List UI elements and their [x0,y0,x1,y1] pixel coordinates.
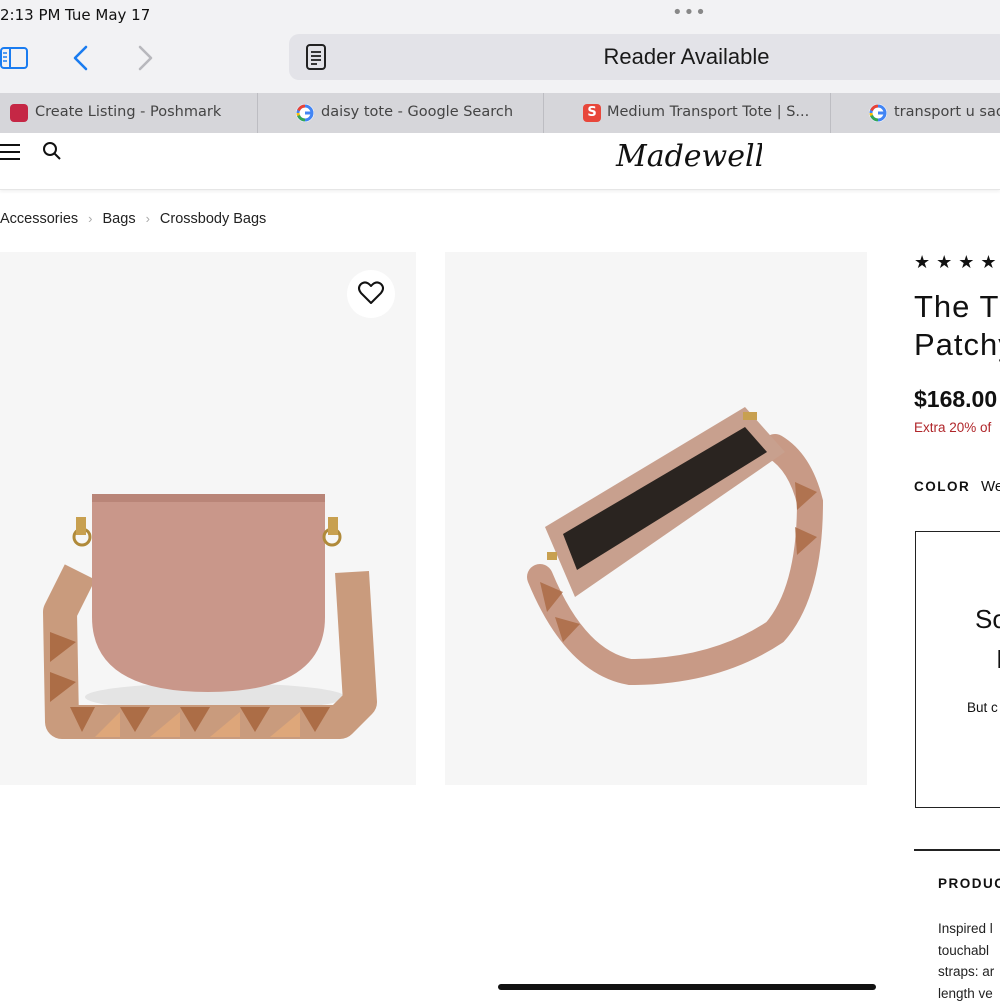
product-title-line: Patchy [914,326,1000,364]
svg-text:Madewell: Madewell [615,139,762,174]
google-favicon-icon [296,104,314,122]
sold-out-message: But c [967,700,998,715]
product-image-interior[interactable] [445,252,867,785]
home-indicator[interactable] [498,984,876,990]
tab-label: transport u sad [894,104,1000,120]
poshmark-favicon-icon [10,104,28,122]
sold-out-heading-line2: I [996,644,1000,675]
madewell-logo[interactable]: Madewell [614,137,762,177]
breadcrumb-accessories[interactable]: Accessories [0,211,78,227]
bag-front-illustration [0,252,416,785]
back-icon[interactable] [70,44,92,72]
status-bar: 2:13 PM Tue May 17 ••• [0,0,1000,30]
status-date: Tue May 17 [65,6,150,24]
tab-label: daisy tote - Google Search [321,104,513,120]
sold-out-box: So I But c [915,531,1000,808]
promo-text: Extra 20% of [914,420,991,435]
product-details-heading[interactable]: PRODUC [938,876,1000,891]
forward-icon[interactable] [134,44,156,72]
section-divider [914,849,1000,851]
bag-interior-illustration [445,252,867,785]
browser-toolbar: Reader Available [0,30,1000,93]
product-price: $168.00 [914,386,997,413]
tab-poshmark[interactable]: Create Listing - Poshmark [0,93,258,133]
breadcrumb: Accessories › Bags › Crossbody Bags [0,211,266,227]
tab-bar: Create Listing - Poshmark daisy tote - G… [0,93,1000,133]
color-label: COLOR [914,479,970,494]
product-title: The T Patchy [914,288,1000,364]
tab-label: Create Listing - Poshmark [35,104,221,120]
tab-google-transport[interactable]: transport u sad [831,93,1000,133]
site-header: Madewell [0,133,1000,190]
heart-icon [347,270,395,318]
s-favicon-icon: S [583,104,601,122]
details-line: Inspired l [938,918,1000,940]
google-favicon-icon [869,104,887,122]
address-text: Reader Available [289,44,1000,70]
breadcrumb-bags[interactable]: Bags [103,211,136,227]
chevron-right-icon: › [146,211,150,226]
product-details-text: Inspired l touchabl straps: ar length ve [938,918,1000,1004]
tab-transport-tote[interactable]: S Medium Transport Tote | S... [544,93,831,133]
color-value: We [981,478,1000,495]
sold-out-heading: So [975,604,1000,635]
menu-icon[interactable] [0,142,22,162]
wishlist-button[interactable] [347,270,395,318]
breadcrumb-crossbody-bags[interactable]: Crossbody Bags [160,211,266,227]
rating-stars[interactable]: ★★★★ [914,252,1000,273]
details-line: length ve [938,983,1000,1004]
tab-label: Medium Transport Tote | S... [607,104,809,120]
sidebar-icon[interactable] [0,44,28,72]
product-title-line: The T [914,288,1000,326]
status-time: 2:13 PM [0,6,60,24]
chevron-right-icon: › [88,211,92,226]
search-icon[interactable] [42,141,62,161]
details-line: straps: ar [938,961,1000,983]
product-image-front[interactable] [0,252,416,785]
address-bar[interactable]: Reader Available [289,34,1000,80]
tab-google-daisy-tote[interactable]: daisy tote - Google Search [258,93,544,133]
details-line: touchabl [938,940,1000,962]
multitasking-dots-icon[interactable]: ••• [672,2,707,23]
